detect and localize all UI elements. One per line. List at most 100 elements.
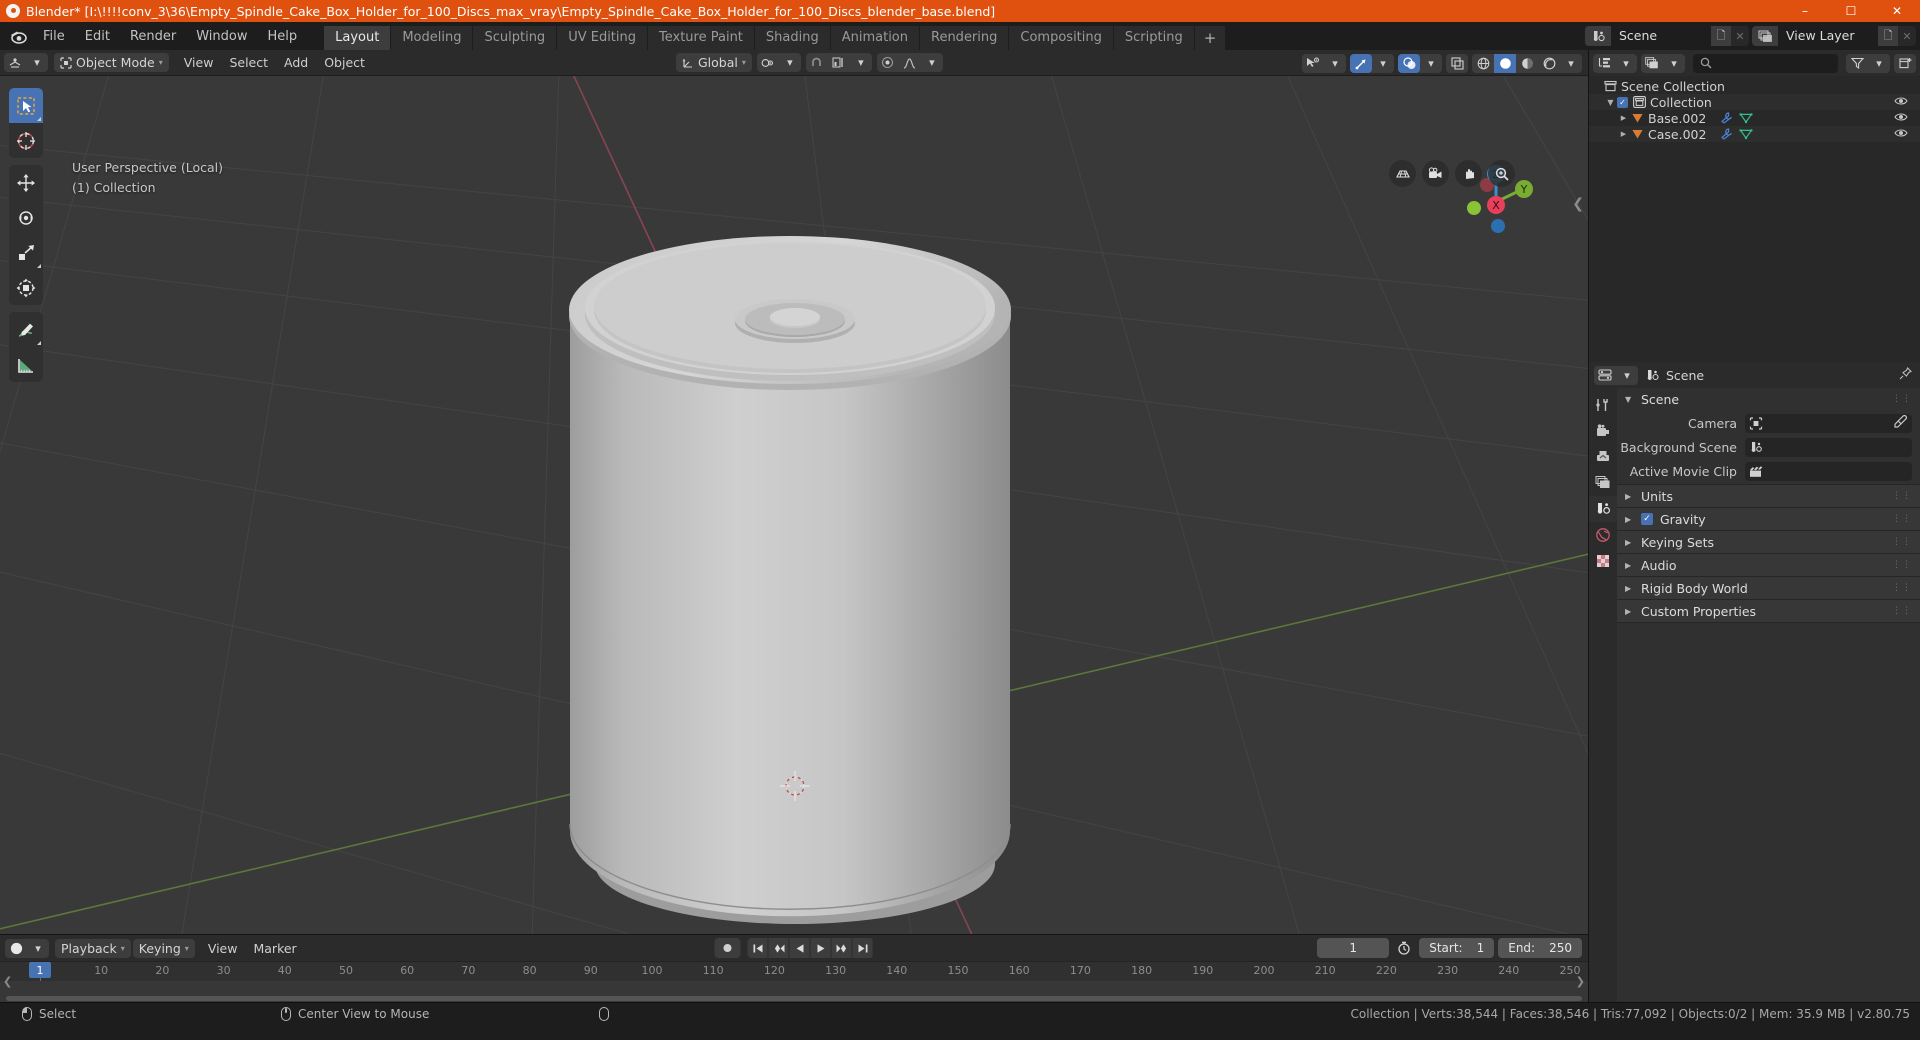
panel-rigid-body-world-header[interactable]: ▶ Rigid Body World ⋮⋮ [1617, 577, 1920, 599]
proportional-editing-group[interactable]: ▾ [876, 53, 943, 72]
move-tool[interactable] [9, 165, 43, 200]
view-layer-selector[interactable]: View Layer 🗋 ✕ [1752, 26, 1916, 46]
gravity-checkbox[interactable]: ✓ [1641, 513, 1653, 525]
xray-toggle[interactable] [1446, 53, 1468, 73]
editor-type-icon[interactable] [4, 53, 26, 72]
table-row[interactable]: ▶ Case.002 [1589, 126, 1920, 142]
view-layer-display-icon[interactable] [1641, 54, 1663, 73]
panel-custom-properties-header[interactable]: ▶ Custom Properties ⋮⋮ [1617, 600, 1920, 622]
overlay-toggle-group[interactable]: ▾ [1398, 53, 1442, 73]
maximize-button[interactable]: ☐ [1828, 0, 1874, 22]
new-view-layer-icon[interactable]: 🗋 [1878, 26, 1898, 46]
cursor-tool[interactable] [9, 123, 43, 158]
timeline-editor-icon[interactable] [5, 939, 27, 958]
panel-keying-sets-header[interactable]: ▶ Keying Sets ⋮⋮ [1617, 531, 1920, 553]
list-item[interactable]: ▼ ✓ Collection [1589, 94, 1920, 110]
filter-chevron-down-icon[interactable]: ▾ [1868, 54, 1890, 73]
tab-modeling[interactable]: Modeling [391, 26, 474, 50]
menu-render[interactable]: Render [121, 26, 185, 47]
viewport-sidebar-toggle[interactable]: ❮ [1572, 196, 1584, 212]
timeline-editor-chevron-down-icon[interactable]: ▾ [27, 939, 49, 958]
tab-view-layer[interactable] [1589, 470, 1617, 496]
pivot-point-icon[interactable] [757, 53, 779, 72]
menu-file[interactable]: File [34, 26, 74, 47]
material-preview-shading-icon[interactable] [1516, 54, 1538, 73]
panel-drag-dots-icon[interactable]: ⋮⋮ [1892, 394, 1912, 404]
display-mode-chevron-down-icon[interactable]: ▾ [1663, 54, 1685, 73]
panel-scene-header[interactable]: ▼ Scene ⋮⋮ [1617, 388, 1920, 410]
object-visibility-icon[interactable] [1302, 54, 1324, 73]
view-layer-name[interactable]: View Layer [1778, 26, 1878, 46]
menu-edit[interactable]: Edit [76, 26, 119, 47]
timeline-editor-type[interactable]: ▾ [5, 938, 49, 958]
wireframe-shading-icon[interactable] [1472, 54, 1494, 73]
outliner-search-input[interactable] [1693, 53, 1838, 73]
timeline-ruler[interactable]: 1 10 20 30 40 50 60 70 80 90 100 110 120 130 140 150 160… [0, 961, 1588, 1000]
3d-viewport[interactable]: User Perspective (Local) (1) Collection [0, 76, 1588, 934]
transform-tool[interactable] [9, 270, 43, 305]
viewport-menu-select[interactable]: Select [221, 53, 276, 72]
tab-compositing[interactable]: Compositing [1009, 26, 1114, 50]
current-frame-field[interactable]: 1 [1317, 938, 1390, 958]
viewport-menu-add[interactable]: Add [276, 53, 316, 72]
show-overlays-icon[interactable] [1398, 53, 1420, 73]
panel-drag-dots-icon[interactable]: ⋮⋮ [1892, 606, 1912, 616]
viewport-canvas[interactable] [0, 76, 1588, 934]
tab-tool[interactable] [1589, 392, 1617, 418]
viewport-menu-object[interactable]: Object [316, 53, 373, 72]
eye-icon[interactable] [1894, 128, 1908, 141]
proportional-edit-icon[interactable] [877, 53, 899, 72]
magnet-snap-icon[interactable] [806, 53, 828, 72]
minimize-button[interactable]: – [1782, 0, 1828, 22]
tweak-select-tool[interactable] [9, 88, 43, 123]
scene-name[interactable]: Scene [1611, 26, 1711, 46]
expand-triangle-icon[interactable]: ▼ [1604, 98, 1617, 107]
collection-checkbox[interactable]: ✓ [1617, 96, 1628, 108]
blender-logo-icon[interactable] [8, 26, 28, 46]
tab-output[interactable] [1589, 444, 1617, 470]
timeline-menu-playback[interactable]: Playback ▾ [55, 938, 131, 958]
timeline-menu-keying[interactable]: Keying ▾ [132, 938, 195, 958]
visibility-chevron-down-icon[interactable]: ▾ [1324, 54, 1346, 73]
properties-editor-icon[interactable] [1594, 366, 1616, 385]
shading-chevron-down-icon[interactable]: ▾ [1560, 54, 1582, 73]
auto-keying-button[interactable] [714, 938, 741, 958]
timeline-body[interactable] [0, 981, 1588, 1003]
viewport-menu-view[interactable]: View [176, 53, 222, 72]
annotate-tool[interactable] [9, 312, 43, 347]
prev-keyframe-icon[interactable] [769, 938, 790, 958]
panel-audio-header[interactable]: ▶ Audio ⋮⋮ [1617, 554, 1920, 576]
tab-scripting[interactable]: Scripting [1113, 26, 1195, 50]
gizmo-toggle-group[interactable]: ▾ [1350, 53, 1394, 73]
snap-chevron-down-icon[interactable]: ▾ [850, 53, 872, 72]
timeline-menu-view[interactable]: View [200, 939, 246, 958]
eyedropper-icon[interactable] [1894, 415, 1907, 431]
pan-view-icon[interactable] [1455, 160, 1482, 187]
shading-mode-group[interactable]: ▾ [1472, 53, 1582, 73]
timeline-playhead[interactable]: 1 [29, 962, 51, 978]
add-workspace-button[interactable]: + [1194, 26, 1227, 50]
tab-shading[interactable]: Shading [754, 26, 831, 50]
expand-triangle-icon[interactable]: ▶ [1617, 114, 1630, 122]
next-keyframe-icon[interactable] [832, 938, 853, 958]
menu-help[interactable]: Help [259, 26, 307, 47]
use-preview-range-icon[interactable] [1393, 938, 1415, 958]
gizmo-chevron-down-icon[interactable]: ▾ [1372, 54, 1394, 73]
camera-field[interactable] [1745, 413, 1912, 433]
panel-drag-dots-icon[interactable]: ⋮⋮ [1892, 560, 1912, 570]
solid-shading-icon[interactable] [1494, 53, 1516, 73]
outliner-type-chevron-down-icon[interactable]: ▾ [1615, 54, 1637, 73]
panel-units-header[interactable]: ▶ Units ⋮⋮ [1617, 485, 1920, 507]
visibility-selector[interactable]: ▾ [1302, 53, 1346, 73]
editor-type-chevron-down-icon[interactable]: ▾ [26, 53, 48, 72]
tab-scene[interactable] [1589, 496, 1617, 522]
xray-icon[interactable] [1446, 54, 1468, 73]
end-frame-field[interactable]: End: 250 [1498, 938, 1582, 958]
scale-tool[interactable] [9, 235, 43, 270]
tab-rendering[interactable]: Rendering [920, 26, 1010, 50]
active-movie-clip-field[interactable] [1745, 461, 1912, 481]
background-scene-field[interactable] [1745, 437, 1912, 457]
editor-type-selector[interactable]: ▾ [4, 53, 48, 72]
scene-icon[interactable] [1585, 26, 1611, 46]
outliner-editor-icon[interactable] [1593, 54, 1615, 73]
